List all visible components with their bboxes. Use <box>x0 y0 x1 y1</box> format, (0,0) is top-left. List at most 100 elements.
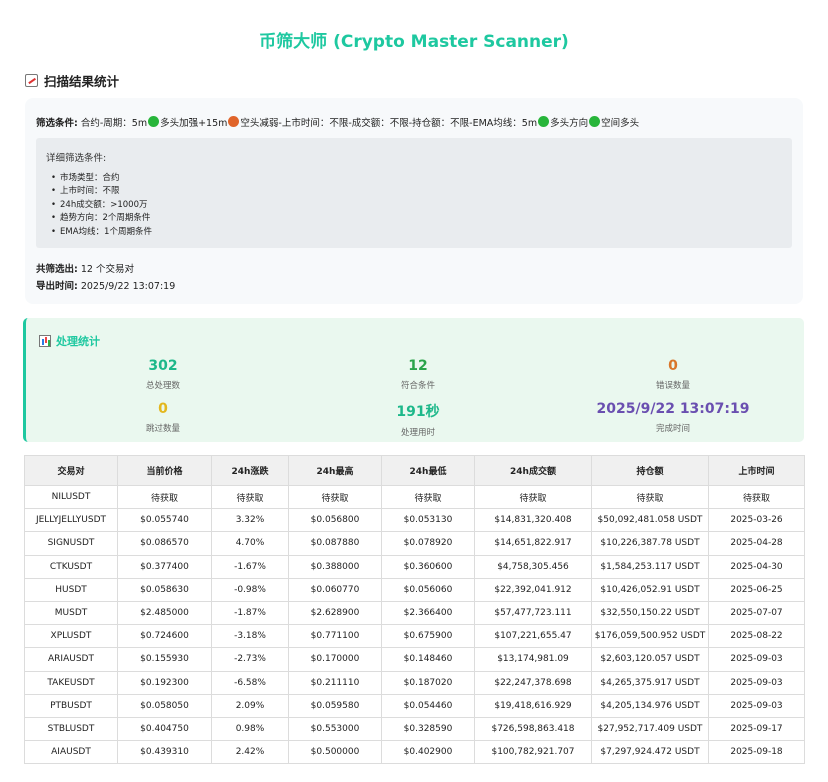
table-cell: $0.155930 <box>117 647 212 672</box>
column-header[interactable]: 24h成交额 <box>474 455 592 486</box>
stat-value: 0 <box>668 358 678 374</box>
table-cell: STBLUSDT <box>24 716 118 742</box>
stat-label: 处理用时 <box>400 428 435 438</box>
table-row[interactable]: PTBUSDT $0.058050 2.09% $0.059580 $0.054460 $… <box>24 693 805 718</box>
table-cell: 4.70% <box>211 531 289 556</box>
table-cell: $0.055740 <box>117 508 212 533</box>
summary-heading: 扫描结果统计 <box>25 71 119 90</box>
table-cell: $4,205,134.976 USDT <box>591 693 709 718</box>
table-cell: $13,174,981.09 <box>474 647 592 672</box>
table-cell: $2.485000 <box>117 600 212 626</box>
criteria-panel: 筛选条件: 合约-周期：5m 多头加强+15m 空头减弱-上市时间：不限-成交额：不… <box>25 98 803 304</box>
stat-total-processed: 302 总处理数 <box>63 358 263 391</box>
table-body: NILUSDT 待获取 待获取 待获取 待获取 待获取 待获取 待获取 JELLYJELLYUS… <box>24 484 805 765</box>
criteria-text-3: 空头减弱-上市时间：不限-成交额：不限-持仓额：不限-EMA均线：5m <box>240 118 538 129</box>
table-cell: $10,226,387.78 USDT <box>591 531 709 556</box>
table-cell: 2025-09-03 <box>708 670 805 695</box>
table-cell: $0.170000 <box>288 647 382 672</box>
chart-icon <box>25 74 38 87</box>
table-cell: 2025-09-17 <box>708 716 805 742</box>
summary-heading-label: 扫描结果统计 <box>44 74 120 89</box>
stat-errors: 0 错误数量 <box>573 358 773 391</box>
table-cell: JELLYJELLYUSDT <box>24 508 118 533</box>
criteria-line: 筛选条件: 合约-周期：5m 多头加强+15m 空头减弱-上市时间：不限-成交额：不… <box>36 115 639 129</box>
table-cell: $7,297,924.472 USDT <box>591 740 709 765</box>
table-cell: 待获取 <box>288 484 382 510</box>
table-cell: -3.18% <box>211 624 289 649</box>
table-cell: $0.056800 <box>288 508 382 533</box>
column-header[interactable]: 交易对 <box>24 455 118 486</box>
stat-duration: 191秒 处理用时 <box>318 401 518 438</box>
criteria-text-1: 合约-周期：5m <box>80 118 148 129</box>
table-cell: XPLUSDT <box>24 624 118 649</box>
table-cell: $2,603,120.057 USDT <box>591 647 709 672</box>
table-cell: 2.09% <box>211 693 289 718</box>
table-cell: PTBUSDT <box>24 693 118 718</box>
table-cell: 2025-03-26 <box>708 508 805 533</box>
table-row[interactable]: HUSDT $0.058630 -0.98% $0.060770 $0.056060 $2… <box>24 577 805 602</box>
column-header[interactable]: 当前价格 <box>117 455 212 486</box>
table-cell: $0.553000 <box>288 716 382 742</box>
total-count-line: 共筛选出: 12 个交易对 <box>36 261 134 275</box>
table-row[interactable]: STBLUSDT $0.404750 0.98% $0.553000 $0.328590… <box>24 716 805 742</box>
green-circle-icon <box>148 116 160 127</box>
table-cell: 2025-08-22 <box>708 624 805 649</box>
green-circle-icon <box>589 116 601 127</box>
results-table: 交易对 当前价格 24h涨跌 24h最高 24h最低 24h成交额 持仓额 上市时间 NILU… <box>24 455 805 765</box>
table-cell: 2.42% <box>211 740 289 765</box>
stat-value: 191秒 <box>396 404 440 420</box>
column-header[interactable]: 上市时间 <box>708 455 805 486</box>
table-cell: $176,059,500.952 USDT <box>591 624 709 649</box>
criteria-text-4: 多头方向 <box>550 118 589 129</box>
table-cell: 待获取 <box>708 484 805 510</box>
table-row[interactable]: XPLUSDT $0.724600 -3.18% $0.771100 $0.675900… <box>24 624 805 649</box>
column-header[interactable]: 24h涨跌 <box>211 455 289 486</box>
table-cell: 2025-04-28 <box>708 531 805 556</box>
stat-value: 12 <box>408 358 428 374</box>
table-cell: $726,598,863.418 <box>474 716 592 742</box>
table-row[interactable]: NILUSDT 待获取 待获取 待获取 待获取 待获取 待获取 待获取 <box>24 484 805 510</box>
table-cell: $22,392,041.912 <box>474 577 592 602</box>
table-cell: $32,550,150.22 USDT <box>591 600 709 626</box>
green-circle-icon <box>538 116 550 127</box>
bar-chart-icon <box>39 335 51 347</box>
column-header[interactable]: 24h最高 <box>288 455 382 486</box>
table-cell: $0.053130 <box>381 508 475 533</box>
table-cell: -0.98% <box>211 577 289 602</box>
table-row[interactable]: TAKEUSDT $0.192300 -6.58% $0.211110 $0.18702… <box>24 670 805 695</box>
table-cell: 3.32% <box>211 508 289 533</box>
stat-skipped: 0 跳过数量 <box>63 401 263 434</box>
stat-completed-time: 2025/9/22 13:07:19 完成时间 <box>573 401 773 434</box>
table-cell: NILUSDT <box>24 484 118 510</box>
stat-matched: 12 符合条件 <box>318 358 518 391</box>
table-header: 交易对 当前价格 24h涨跌 24h最高 24h最低 24h成交额 持仓额 上市时间 <box>24 455 805 486</box>
table-row[interactable]: CTKUSDT $0.377400 -1.67% $0.388000 $0.360600… <box>24 554 805 579</box>
column-header[interactable]: 持仓额 <box>591 455 709 486</box>
table-row[interactable]: MUSDT $2.485000 -1.87% $2.628900 $2.366400 $5… <box>24 600 805 626</box>
table-header-row: 交易对 当前价格 24h涨跌 24h最高 24h最低 24h成交额 持仓额 上市时间 <box>24 455 805 486</box>
detail-item: 24h成交额：>1000万 <box>46 199 782 212</box>
table-cell: $0.059580 <box>288 693 382 718</box>
table-cell: $0.054460 <box>381 693 475 718</box>
table-cell: 2025-07-07 <box>708 600 805 626</box>
table-cell: $0.058630 <box>117 577 212 602</box>
table-cell: $0.404750 <box>117 716 212 742</box>
stat-value: 2025/9/22 13:07:19 <box>596 401 750 417</box>
table-cell: $0.211110 <box>288 670 382 695</box>
table-cell: 待获取 <box>474 484 592 510</box>
table-cell: 2025-09-18 <box>708 740 805 765</box>
table-cell: -1.87% <box>211 600 289 626</box>
column-header[interactable]: 24h最低 <box>381 455 475 486</box>
stat-label: 跳过数量 <box>145 424 180 434</box>
table-cell: CTKUSDT <box>24 554 118 579</box>
table-cell: 0.98% <box>211 716 289 742</box>
criteria-text-5: 空间多头 <box>601 118 640 129</box>
table-row[interactable]: SIGNUSDT $0.086570 4.70% $0.087880 $0.078920… <box>24 531 805 556</box>
table-cell: TAKEUSDT <box>24 670 118 695</box>
table-cell: $0.360600 <box>381 554 475 579</box>
table-row[interactable]: JELLYJELLYUSDT $0.055740 3.32% $0.056800 $0.… <box>24 508 805 533</box>
table-row[interactable]: AIAUSDT $0.439310 2.42% $0.500000 $0.402900 $… <box>24 740 805 765</box>
page-title: 币筛大师 (Crypto Master Scanner) <box>259 32 569 52</box>
table-row[interactable]: ARIAUSDT $0.155930 -2.73% $0.170000 $0.14846… <box>24 647 805 672</box>
table-cell: $27,952,717.409 USDT <box>591 716 709 742</box>
